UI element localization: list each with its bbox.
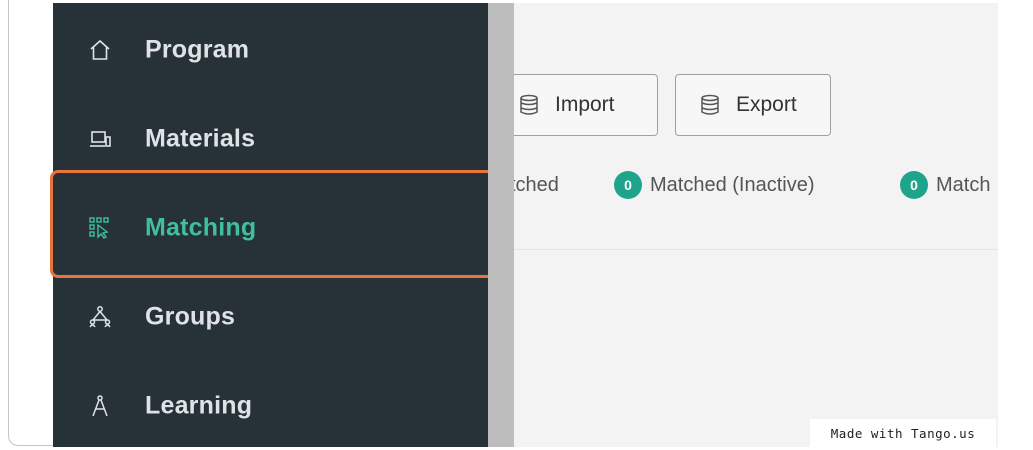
export-button[interactable]: Export bbox=[675, 74, 831, 136]
sidebar-item-program[interactable]: Program bbox=[53, 20, 488, 80]
database-export-icon bbox=[698, 93, 722, 117]
sidebar-item-materials[interactable]: Materials bbox=[53, 109, 488, 169]
laptop-icon bbox=[87, 126, 113, 152]
filter-match[interactable]: 0 Match bbox=[900, 165, 990, 205]
matching-highlight-box bbox=[50, 170, 495, 278]
filter-matched-inactive[interactable]: 0 Matched (Inactive) bbox=[614, 165, 815, 205]
sidebar-item-label: Program bbox=[145, 35, 250, 64]
import-label: Import bbox=[555, 93, 615, 116]
sidebar-divider[interactable] bbox=[488, 3, 514, 447]
main-content: Import Export tched 0 Matched (Inactive)… bbox=[514, 3, 998, 447]
sidebar-item-learning[interactable]: Learning bbox=[53, 376, 488, 436]
home-icon bbox=[87, 37, 113, 63]
tango-watermark: Made with Tango.us bbox=[810, 419, 996, 447]
sidebar-item-label: Learning bbox=[145, 391, 253, 420]
sidebar-item-label: Groups bbox=[145, 302, 236, 331]
right-margin bbox=[998, 3, 1033, 447]
export-label: Export bbox=[736, 93, 797, 116]
sidebar-item-label: Materials bbox=[145, 124, 256, 153]
divider-line bbox=[514, 249, 998, 250]
sidebar-item-groups[interactable]: Groups bbox=[53, 287, 488, 347]
filter-label: Match bbox=[936, 173, 991, 196]
import-button[interactable]: Import bbox=[514, 74, 658, 136]
groups-icon bbox=[87, 304, 113, 330]
compass-icon bbox=[87, 393, 113, 419]
database-import-icon bbox=[517, 93, 541, 117]
count-badge: 0 bbox=[614, 171, 642, 199]
filter-matched[interactable]: tched bbox=[514, 165, 559, 205]
count-badge: 0 bbox=[900, 171, 928, 199]
filter-label: tched bbox=[514, 173, 559, 196]
filter-label: Matched (Inactive) bbox=[650, 173, 815, 196]
match-status-filters: tched 0 Matched (Inactive) 0 Match bbox=[514, 165, 998, 205]
